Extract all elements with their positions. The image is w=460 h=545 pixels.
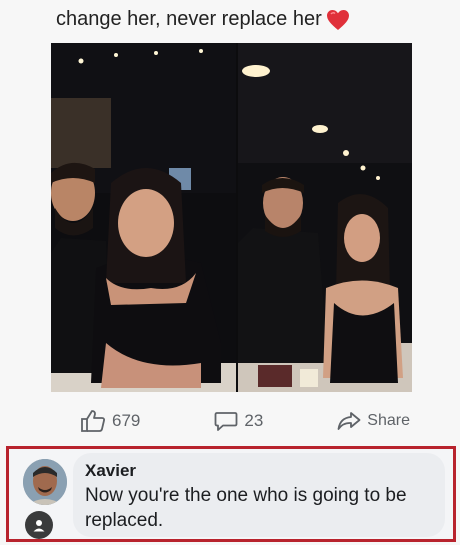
thumbs-up-icon — [81, 410, 105, 432]
like-button[interactable]: 679 — [80, 409, 140, 433]
heart-emoji-icon — [326, 9, 349, 30]
post-actions: 679 23 Share — [80, 405, 410, 437]
highlighted-comment: Xavier Now you're the one who is going t… — [6, 446, 456, 542]
commenter-photo — [23, 459, 67, 505]
comment-button[interactable]: 23 — [214, 410, 263, 432]
post-photos[interactable] — [51, 43, 412, 392]
profile-badge-icon — [25, 511, 53, 539]
share-label: Share — [367, 412, 410, 429]
share-button[interactable]: Share — [337, 411, 410, 431]
photo-after-image — [238, 43, 412, 392]
post-caption: change her, never replace her — [56, 8, 350, 31]
commenter-avatar[interactable] — [23, 459, 67, 505]
photo-after[interactable] — [238, 43, 412, 392]
comment-bubble[interactable]: Xavier Now you're the one who is going t… — [73, 453, 445, 537]
like-count: 679 — [112, 411, 141, 430]
comment-author[interactable]: Xavier — [85, 461, 433, 481]
comment-bubble-icon — [214, 412, 238, 431]
caption-text: change her, never replace her — [56, 8, 322, 30]
comment-count: 23 — [244, 411, 264, 430]
photo-before[interactable] — [51, 43, 236, 392]
share-arrow-icon — [337, 412, 361, 430]
comment-text: Now you're the one who is going to be re… — [85, 485, 407, 531]
photo-before-image — [51, 43, 236, 392]
